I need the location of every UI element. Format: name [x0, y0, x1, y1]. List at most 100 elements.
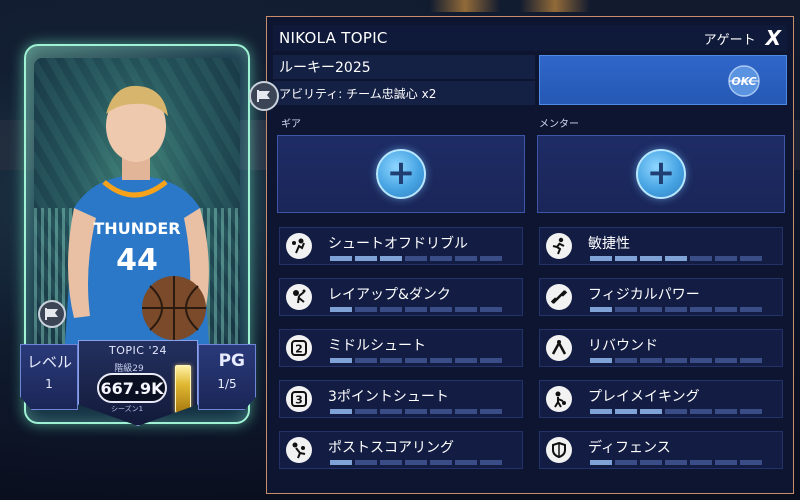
- plus-icon: +: [646, 152, 676, 193]
- progress-segment: [615, 358, 637, 363]
- progress-segment: [380, 409, 402, 414]
- add-mentor-button[interactable]: +: [636, 149, 686, 199]
- attribute-row[interactable]: プレイメイキング: [539, 380, 783, 418]
- progress-segment: [690, 256, 712, 261]
- attribute-name: プレイメイキング: [588, 389, 700, 405]
- progress-segment: [615, 460, 637, 465]
- progress-segment: [715, 409, 737, 414]
- gear-slot[interactable]: +: [277, 135, 525, 213]
- progress-segment: [640, 256, 662, 261]
- attribute-name: 敏捷性: [588, 236, 630, 252]
- progress-segment: [330, 256, 352, 261]
- progress-segment: [665, 307, 687, 312]
- progress-segment: [380, 358, 402, 363]
- progress-segment: [430, 256, 452, 261]
- position-label: PG: [218, 351, 245, 371]
- attribute-row[interactable]: 2 ミドルシュート: [279, 329, 523, 367]
- progress-segment: [430, 307, 452, 312]
- progress-segment: [455, 307, 477, 312]
- attribute-name: リバウンド: [588, 338, 658, 354]
- overall-value: 667.9K: [100, 378, 164, 398]
- progress-segment: [690, 358, 712, 363]
- level-label: レベル: [27, 353, 73, 371]
- player-name: NIKOLA TOPIC: [279, 29, 388, 47]
- progress-segment: [690, 409, 712, 414]
- attribute-row[interactable]: シュートオフドリブル: [279, 227, 523, 265]
- basketball-shot-icon: [286, 233, 312, 259]
- plus-icon: +: [386, 152, 416, 193]
- add-gear-button[interactable]: +: [376, 149, 426, 199]
- attribute-progress: [590, 256, 762, 261]
- progress-segment: [480, 256, 502, 261]
- mentor-slot[interactable]: +: [537, 135, 785, 213]
- progress-segment: [590, 460, 612, 465]
- dumbbell-icon: [546, 284, 572, 310]
- progress-segment: [740, 409, 762, 414]
- progress-segment: [405, 460, 427, 465]
- gear-label: ギア: [281, 119, 301, 130]
- progress-segment: [640, 358, 662, 363]
- progress-segment: [455, 358, 477, 363]
- attribute-name: ミドルシュート: [328, 338, 426, 354]
- progress-segment: [430, 409, 452, 414]
- attribute-row[interactable]: リバウンド: [539, 329, 783, 367]
- attribute-row[interactable]: レイアップ&ダンク: [279, 278, 523, 316]
- attribute-row[interactable]: ディフェンス: [539, 431, 783, 469]
- team-banner: OKC: [539, 55, 787, 105]
- progress-segment: [615, 409, 637, 414]
- progress-segment: [590, 307, 612, 312]
- player-detail-panel: NIKOLA TOPIC アゲート X ルーキー2025 アビリティ: チーム忠…: [249, 16, 794, 494]
- attribute-progress: [590, 409, 762, 414]
- progress-segment: [480, 460, 502, 465]
- progress-segment: [715, 460, 737, 465]
- rebound-icon: [546, 335, 572, 361]
- position-value: 1/5: [217, 377, 237, 391]
- progress-segment: [590, 256, 612, 261]
- progress-segment: [480, 409, 502, 414]
- gold-badge-icon: [175, 365, 191, 413]
- progress-segment: [430, 460, 452, 465]
- attribute-name: 3ポイントシュート: [328, 389, 449, 405]
- close-button[interactable]: X: [766, 28, 781, 48]
- progress-segment: [640, 409, 662, 414]
- progress-segment: [640, 460, 662, 465]
- attribute-row[interactable]: 敏捷性: [539, 227, 783, 265]
- level-box: レベル 1: [20, 344, 78, 410]
- attribute-progress: [590, 460, 762, 465]
- progress-segment: [590, 358, 612, 363]
- team-logo-icon: OKC: [728, 65, 760, 97]
- number-2-icon: 2: [286, 335, 312, 361]
- season-label: シーズン1: [111, 405, 144, 413]
- progress-segment: [430, 358, 452, 363]
- playmaking-icon: [546, 386, 572, 412]
- attribute-row[interactable]: ポストスコアリング: [279, 431, 523, 469]
- progress-segment: [715, 307, 737, 312]
- progress-segment: [380, 256, 402, 261]
- running-icon: [546, 233, 572, 259]
- progress-segment: [740, 358, 762, 363]
- progress-segment: [405, 409, 427, 414]
- position-box: PG 1/5: [198, 344, 256, 410]
- progress-segment: [665, 460, 687, 465]
- svg-text:3: 3: [295, 394, 303, 407]
- mentor-label: メンター: [539, 119, 579, 130]
- header-actions: アゲート X: [704, 28, 781, 48]
- svg-text:2: 2: [295, 343, 303, 356]
- progress-segment: [740, 256, 762, 261]
- attribute-row[interactable]: フィジカルパワー: [539, 278, 783, 316]
- card-player-name: TOPIC '24: [109, 344, 167, 357]
- attribute-row[interactable]: 3 3ポイントシュート: [279, 380, 523, 418]
- progress-segment: [380, 307, 402, 312]
- progress-segment: [380, 460, 402, 465]
- attribute-name: ディフェンス: [588, 440, 671, 456]
- post-scoring-icon: [286, 437, 312, 463]
- flag-icon: [38, 300, 66, 328]
- player-card[interactable]: THUNDER 44 レベル 1 TOPIC '24 階級29 667.9K シ…: [10, 44, 262, 444]
- progress-segment: [330, 307, 352, 312]
- attribute-name: ポストスコアリング: [328, 440, 454, 456]
- progress-segment: [690, 460, 712, 465]
- progress-segment: [405, 256, 427, 261]
- attribute-progress: [330, 256, 502, 261]
- progress-segment: [740, 307, 762, 312]
- agate-button[interactable]: アゲート: [704, 29, 756, 48]
